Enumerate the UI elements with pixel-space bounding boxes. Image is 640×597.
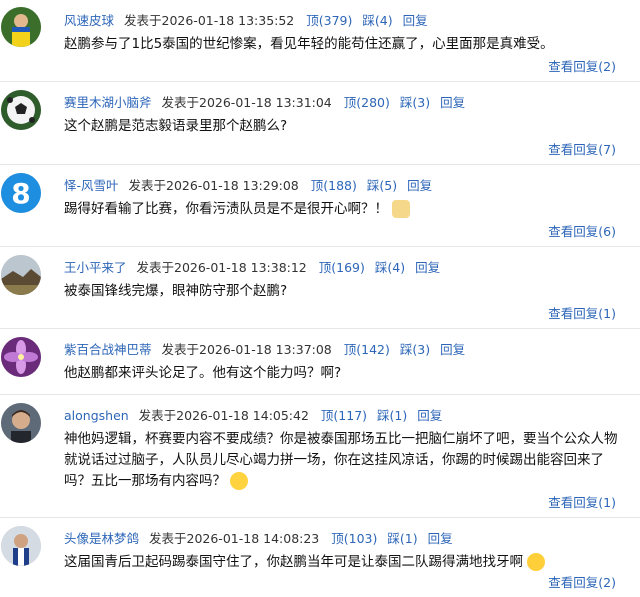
comment-text: 踢得好看输了比赛，你看污渍队员是不是很开心啊？！ <box>64 199 622 220</box>
post-time: 发表于2026-01-18 13:31:04 <box>161 95 332 110</box>
comment-meta: 王小平来了 发表于2026-01-18 13:38:12 顶(169) 踩(4)… <box>64 257 440 276</box>
view-replies-link[interactable]: 查看回复(1) <box>548 492 616 511</box>
reply-button[interactable]: 回复 <box>403 13 428 28</box>
comment-text-body: 踢得好看输了比赛，你看污渍队员是不是很开心啊？！ <box>64 201 388 217</box>
comment-text: 这个赵鹏是范志毅语录里那个赵鹏么? <box>64 118 288 134</box>
upvote-button[interactable]: 顶(117) <box>321 408 367 423</box>
comment-item: alongshen 发表于2026-01-18 14:05:42 顶(117) … <box>0 395 640 518</box>
username-link[interactable]: 紫百合战神巴蒂 <box>64 342 152 357</box>
post-time: 发表于2026-01-18 13:38:12 <box>136 260 307 275</box>
reply-button[interactable]: 回复 <box>417 408 442 423</box>
comment-text: 这届国青后卫起码踢泰国守住了，你赵鹏当年可是让泰国二队踢得满地找牙啊 <box>64 552 622 573</box>
crying-face-emoji <box>230 472 248 490</box>
username-link[interactable]: 头像是林梦鸽 <box>64 531 139 546</box>
downvote-button[interactable]: 踩(5) <box>367 178 397 193</box>
comment-item: 风速皮球 发表于2026-01-18 13:35:52 顶(379) 踩(4) … <box>0 0 640 82</box>
upvote-button[interactable]: 顶(142) <box>344 342 390 357</box>
upvote-button[interactable]: 顶(169) <box>319 260 365 275</box>
number-8-avatar[interactable]: 8 <box>1 173 41 213</box>
post-time: 发表于2026-01-18 13:35:52 <box>124 13 295 28</box>
view-replies-link[interactable]: 查看回复(6) <box>548 221 616 240</box>
upvote-button[interactable]: 顶(188) <box>311 178 357 193</box>
reply-button[interactable]: 回复 <box>440 342 465 357</box>
comment-text: 赵鹏参与了1比5泰国的世纪惨案，看见年轻的能苟住还赢了，心里面那是真难受。 <box>64 36 554 52</box>
downvote-button[interactable]: 踩(1) <box>377 408 407 423</box>
reply-button[interactable]: 回复 <box>407 178 432 193</box>
reply-button[interactable]: 回复 <box>428 531 453 546</box>
reply-button[interactable]: 回复 <box>440 95 465 110</box>
view-replies-link[interactable]: 查看回复(2) <box>548 572 616 591</box>
svg-text:8: 8 <box>11 177 30 210</box>
reply-button[interactable]: 回复 <box>415 260 440 275</box>
post-time: 发表于2026-01-18 13:29:08 <box>128 178 299 193</box>
downvote-button[interactable]: 踩(4) <box>362 13 392 28</box>
comment-text: 神他妈逻辑，杯赛要内容不要成绩？你是被泰国那场五比一把脑仁崩坏了吧，要当个公众人… <box>64 429 622 492</box>
athlete-avatar[interactable] <box>1 526 41 566</box>
soccer-player-avatar[interactable] <box>1 7 41 47</box>
downvote-button[interactable]: 踩(4) <box>375 260 405 275</box>
username-link[interactable]: 赛里木湖小脑斧 <box>64 95 152 110</box>
comment-item: 头像是林梦鸽 发表于2026-01-18 14:08:23 顶(103) 踩(1… <box>0 518 640 597</box>
grinning-face-emoji <box>527 553 545 571</box>
comment-meta: 头像是林梦鸽 发表于2026-01-18 14:08:23 顶(103) 踩(1… <box>64 528 453 547</box>
comment-item: 紫百合战神巴蒂 发表于2026-01-18 13:37:08 顶(142) 踩(… <box>0 329 640 395</box>
landscape-avatar[interactable] <box>1 255 41 295</box>
view-replies-link[interactable]: 查看回复(7) <box>548 139 616 158</box>
username-link[interactable]: alongshen <box>64 408 129 423</box>
comment-meta: alongshen 发表于2026-01-18 14:05:42 顶(117) … <box>64 405 442 424</box>
username-link[interactable]: 风速皮球 <box>64 13 114 28</box>
comment-text: 被泰国锋线完爆，眼神防守那个赵鹏? <box>64 283 288 299</box>
downvote-button[interactable]: 踩(1) <box>387 531 417 546</box>
comment-item: 赛里木湖小脑斧 发表于2026-01-18 13:31:04 顶(280) 踩(… <box>0 82 640 165</box>
upvote-button[interactable]: 顶(103) <box>331 531 377 546</box>
username-link[interactable]: 王小平来了 <box>64 260 127 275</box>
view-replies-link[interactable]: 查看回复(2) <box>548 56 616 75</box>
upvote-button[interactable]: 顶(379) <box>306 13 352 28</box>
comment-meta: 风速皮球 发表于2026-01-18 13:35:52 顶(379) 踩(4) … <box>64 10 428 29</box>
view-replies-link[interactable]: 查看回复(1) <box>548 303 616 322</box>
post-time: 发表于2026-01-18 14:05:42 <box>138 408 309 423</box>
comment-meta: 赛里木湖小脑斧 发表于2026-01-18 13:31:04 顶(280) 踩(… <box>64 92 465 111</box>
comment-text: 他赵鹏都来评头论足了。他有这个能力吗？啊? <box>64 365 342 381</box>
man-portrait-avatar[interactable] <box>1 403 41 443</box>
downvote-button[interactable]: 踩(3) <box>400 342 430 357</box>
comment-list: 风速皮球 发表于2026-01-18 13:35:52 顶(379) 踩(4) … <box>0 0 640 597</box>
comment-meta: 紫百合战神巴蒂 发表于2026-01-18 13:37:08 顶(142) 踩(… <box>64 339 465 358</box>
comment-item: 8 怿-风雪叶 发表于2026-01-18 13:29:08 顶(188) 踩(… <box>0 165 640 247</box>
comment-meta: 怿-风雪叶 发表于2026-01-18 13:29:08 顶(188) 踩(5)… <box>64 175 432 194</box>
purple-flower-avatar[interactable] <box>1 337 41 377</box>
post-time: 发表于2026-01-18 13:37:08 <box>161 342 332 357</box>
post-time: 发表于2026-01-18 14:08:23 <box>149 531 320 546</box>
username-link[interactable]: 怿-风雪叶 <box>64 178 119 193</box>
downvote-button[interactable]: 踩(3) <box>400 95 430 110</box>
cat-face-emoji <box>392 200 410 218</box>
soccer-ball-avatar[interactable] <box>1 90 41 130</box>
comment-text-body: 神他妈逻辑，杯赛要内容不要成绩？你是被泰国那场五比一把脑仁崩坏了吧，要当个公众人… <box>64 431 618 489</box>
comment-text-body: 这届国青后卫起码踢泰国守住了，你赵鹏当年可是让泰国二队踢得满地找牙啊 <box>64 554 523 570</box>
upvote-button[interactable]: 顶(280) <box>344 95 390 110</box>
comment-item: 王小平来了 发表于2026-01-18 13:38:12 顶(169) 踩(4)… <box>0 247 640 329</box>
